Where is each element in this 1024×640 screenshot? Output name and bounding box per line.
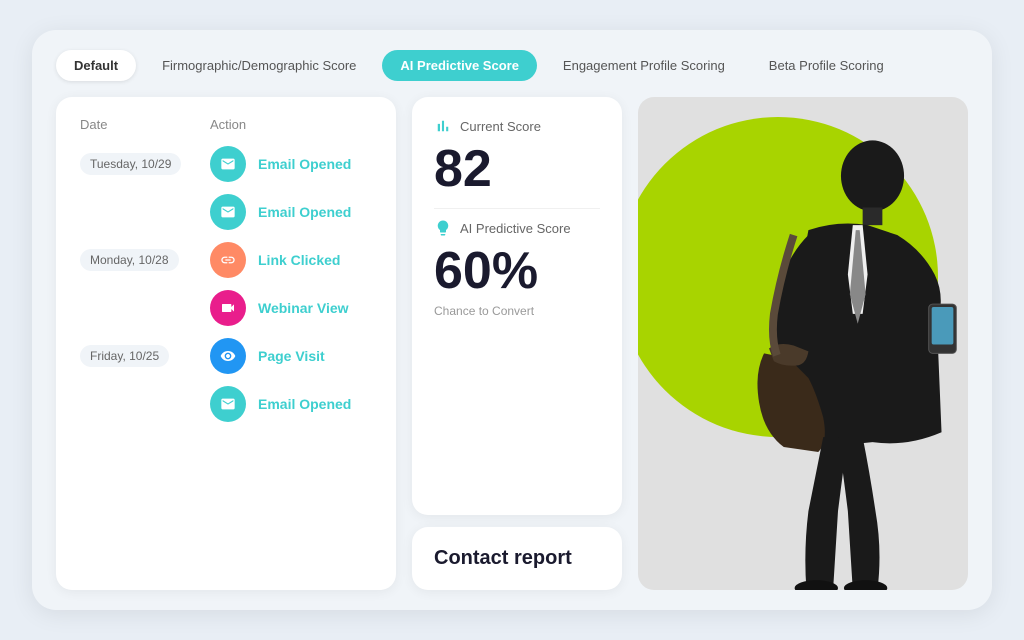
- tab-firmographic[interactable]: Firmographic/Demographic Score: [144, 50, 374, 81]
- contact-report-label: Contact report: [434, 547, 572, 569]
- tab-beta[interactable]: Beta Profile Scoring: [751, 50, 902, 81]
- activity-label-6: Email Opened: [258, 396, 372, 412]
- email-icon-1: [210, 146, 246, 182]
- webinar-icon: [210, 290, 246, 326]
- activity-row: Webinar View: [80, 290, 372, 326]
- predictive-score-label: AI Predictive Score: [460, 221, 571, 236]
- activity-row: Friday, 10/25 Page Visit: [80, 338, 372, 374]
- middle-panel: Current Score 82 AI Predictive Score 60%…: [412, 97, 622, 590]
- activity-row: Tuesday, 10/29 Email Opened: [80, 146, 372, 182]
- tab-default[interactable]: Default: [56, 50, 136, 81]
- main-content: Date Action Tuesday, 10/29 Email Opened: [56, 97, 968, 590]
- current-score-value: 82: [434, 141, 600, 198]
- main-card: Default Firmographic/Demographic Score A…: [32, 30, 992, 610]
- predictive-score-label-row: AI Predictive Score: [434, 219, 600, 237]
- activity-row: Email Opened: [80, 386, 372, 422]
- link-icon: [210, 242, 246, 278]
- activity-label-5: Page Visit: [258, 348, 372, 364]
- email-icon-6: [210, 386, 246, 422]
- bulb-icon: [434, 219, 452, 237]
- activity-panel: Date Action Tuesday, 10/29 Email Opened: [56, 97, 396, 590]
- activity-label-3: Link Clicked: [258, 252, 372, 268]
- predictive-score-value: 60%: [434, 243, 600, 300]
- activity-date: Tuesday, 10/29: [80, 155, 210, 173]
- tab-ai-predictive[interactable]: AI Predictive Score: [382, 50, 537, 81]
- tab-bar: Default Firmographic/Demographic Score A…: [56, 50, 968, 81]
- email-icon-2: [210, 194, 246, 230]
- person-figure: [708, 97, 968, 590]
- activity-header: Date Action: [80, 117, 372, 132]
- activity-date: Friday, 10/25: [80, 347, 210, 365]
- current-score-label-row: Current Score: [434, 117, 600, 135]
- chart-icon: [434, 117, 452, 135]
- score-card: Current Score 82 AI Predictive Score 60%…: [412, 97, 622, 515]
- activity-row: Email Opened: [80, 194, 372, 230]
- col-date-header: Date: [80, 117, 210, 132]
- activity-label-4: Webinar View: [258, 300, 372, 316]
- page-icon: [210, 338, 246, 374]
- score-divider: [434, 208, 600, 209]
- activity-label-2: Email Opened: [258, 204, 372, 220]
- contact-report-card[interactable]: Contact report: [412, 527, 622, 590]
- col-action-header: Action: [210, 117, 372, 132]
- activity-date: Monday, 10/28: [80, 251, 210, 269]
- chance-to-convert: Chance to Convert: [434, 304, 600, 318]
- activity-label-1: Email Opened: [258, 156, 372, 172]
- activity-row: Monday, 10/28 Link Clicked: [80, 242, 372, 278]
- image-panel: [638, 97, 968, 590]
- tab-engagement[interactable]: Engagement Profile Scoring: [545, 50, 743, 81]
- current-score-label: Current Score: [460, 119, 541, 134]
